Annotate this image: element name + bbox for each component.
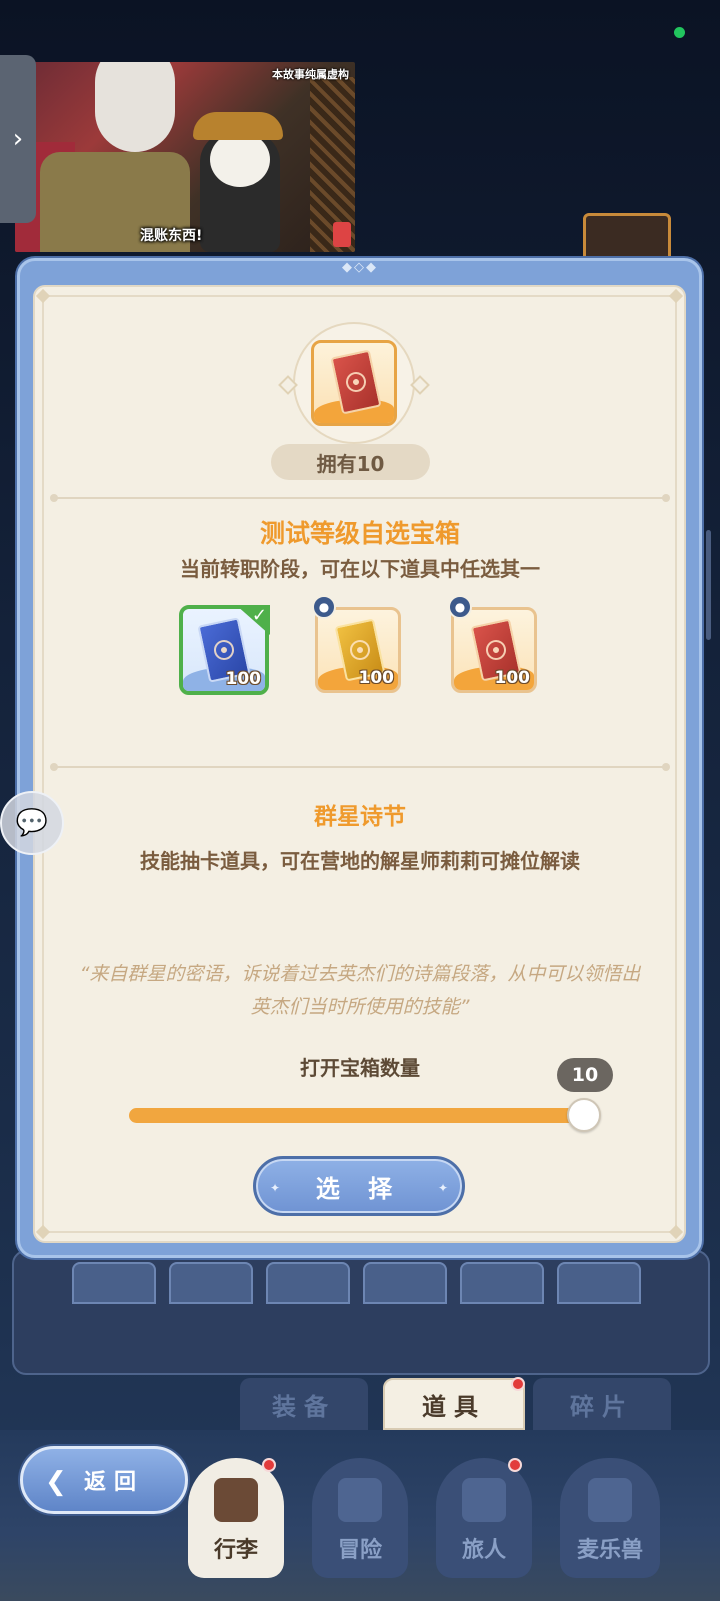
divider-dot [50,763,58,771]
lock-icon: ● [312,595,336,619]
fox-pet-icon [588,1478,632,1522]
character-hair [95,62,175,152]
eye-symbol-icon [344,370,368,394]
option-quantity: 100 [494,668,531,688]
inventory-slot[interactable] [266,1262,350,1304]
slider-handle[interactable] [567,1098,601,1132]
sparkle-icon: ✦ [270,1181,281,1195]
item-flavor-quote: “来自群星的密语，诉说着过去英杰们的诗篇段落，从中可以领悟出英杰们当时所使用的技… [79,963,641,1018]
option-quantity: 100 [358,668,395,688]
sparkle-icon: ✦ [437,1181,448,1195]
inventory-slot[interactable] [460,1262,544,1304]
video-disclaimer: 本故事纯属虚构 [272,68,349,81]
inventory-slot[interactable] [557,1262,641,1304]
inventory-slot[interactable] [72,1262,156,1304]
nav-traveler-label: 旅人 [461,1538,506,1563]
eye-symbol-icon [348,638,372,662]
video-thumbnail[interactable]: 本故事纯属虚构 混账东西! [15,62,355,252]
tab-equipment[interactable]: 装备 [240,1378,368,1430]
nav-pet-label: 麦乐兽 [576,1538,643,1563]
item-subtitle: 当前转职阶段，可在以下道具中任选其一 [180,557,540,581]
nav-luggage-label: 行李 [213,1538,258,1563]
panda-face [210,132,270,187]
chevron-right-icon: › [12,124,24,154]
open-count-value: 10 [557,1058,613,1092]
video-subtitle: 混账东西! [140,228,203,244]
open-count-slider[interactable] [129,1108,591,1123]
nav-pet[interactable]: 麦乐兽 [560,1458,660,1578]
notification-dot [262,1458,276,1472]
expand-panel-button[interactable]: › [0,55,36,223]
owned-count-badge: 拥有10 [271,444,430,480]
item-icon-ring [293,322,415,444]
nav-traveler[interactable]: 旅人 [436,1458,532,1578]
select-button-label: 选 择 [315,1174,403,1203]
eye-symbol-icon [484,638,508,662]
traveler-avatar-icon [462,1478,506,1522]
inventory-slot[interactable] [169,1262,253,1304]
tab-fragments[interactable]: 碎片 [533,1378,671,1430]
treasure-chest-item-icon [311,340,397,426]
detail-description: 技能抽卡道具，可在营地的解星师莉莉可摊位解读 [140,849,580,873]
crossed-swords-icon [338,1478,382,1522]
option-red-card[interactable]: 100 [451,607,537,693]
nav-adventure[interactable]: 冒险 [312,1458,408,1578]
item-name: 测试等级自选宝箱 [259,519,460,548]
nav-luggage[interactable]: 行李 [188,1458,284,1578]
lock-icon: ● [448,595,472,619]
notification-dot [511,1377,525,1391]
detail-title: 群星诗节 [314,804,406,830]
cowboy-hat [193,112,283,140]
divider-dot [662,494,670,502]
section-divider [50,763,670,771]
candle [333,222,351,247]
option-gold-card[interactable]: 100 [315,607,401,693]
back-button[interactable]: ❮ 返回 [20,1446,188,1514]
inventory-slot[interactable] [363,1262,447,1304]
scrollbar[interactable] [706,530,711,640]
online-indicator [674,27,685,38]
select-button[interactable]: ✦ 选 择 ✦ [253,1156,465,1216]
back-button-label: 返回 [83,1470,144,1495]
divider-dot [50,494,58,502]
eye-symbol-icon [212,638,236,662]
section-divider [50,494,670,502]
luggage-icon [214,1478,258,1522]
divider-dot [662,763,670,771]
nav-adventure-label: 冒险 [337,1538,382,1563]
option-quantity: 100 [225,669,262,689]
chat-icon: 💬 [15,808,49,838]
notification-dot [508,1458,522,1472]
tab-items[interactable]: 道具 [383,1378,525,1430]
modal-top-ornament-icon: ◆◇◆ [342,260,378,275]
chat-button[interactable]: 💬 [0,791,64,855]
back-arrow-icon: ❮ [45,1467,75,1497]
